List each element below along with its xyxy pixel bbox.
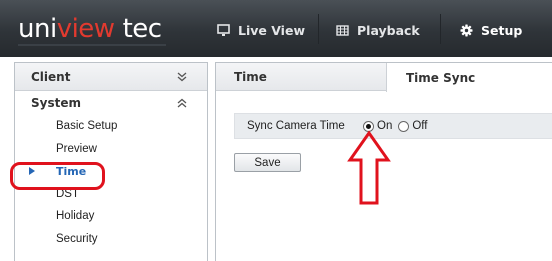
uniview-logo: uni view tec bbox=[18, 14, 162, 44]
nav-live-view-label: Live View bbox=[238, 22, 305, 38]
sync-off-label: Off bbox=[412, 120, 428, 132]
logo-text-uni: uni bbox=[18, 14, 57, 44]
tab-time-sync-label: Time Sync bbox=[406, 70, 476, 85]
logo-text-tec: tec bbox=[122, 14, 163, 44]
tab-time-sync[interactable]: Time Sync bbox=[386, 63, 552, 92]
tab-bar: Time Time Sync bbox=[216, 63, 552, 92]
tab-time[interactable]: Time bbox=[234, 63, 267, 91]
sidebar-item-holiday[interactable]: Holiday bbox=[15, 205, 207, 228]
double-chevron-up-icon bbox=[177, 97, 187, 109]
tab-time-label: Time bbox=[234, 70, 267, 84]
monitor-icon bbox=[216, 23, 230, 37]
sidebar-group-system[interactable]: System bbox=[15, 91, 207, 115]
sidebar-group-system-label: System bbox=[31, 96, 81, 110]
sidebar-group-client[interactable]: Client bbox=[15, 63, 207, 91]
logo-text-view: view bbox=[56, 14, 115, 44]
radio-unselected-icon[interactable] bbox=[398, 120, 410, 132]
sidebar-item-security[interactable]: Security bbox=[15, 228, 207, 251]
nav-playback[interactable]: Playback bbox=[335, 20, 420, 40]
sidebar-item-basic-setup[interactable]: Basic Setup bbox=[15, 115, 207, 138]
gear-icon bbox=[459, 23, 473, 37]
nav-playback-label: Playback bbox=[357, 22, 420, 38]
film-icon bbox=[335, 23, 349, 37]
double-chevron-down-icon bbox=[177, 71, 187, 83]
sync-camera-time-row: Sync Camera Time On Off bbox=[234, 113, 552, 139]
nav-separator bbox=[318, 14, 319, 44]
logo-underline bbox=[18, 44, 166, 46]
sidebar-group-client-label: Client bbox=[31, 69, 71, 84]
nav-live-view[interactable]: Live View bbox=[216, 20, 305, 40]
sync-off-radio[interactable]: Off bbox=[398, 120, 427, 132]
nav-setup-label: Setup bbox=[481, 22, 523, 38]
sidebar-item-label: Basic Setup bbox=[56, 120, 118, 133]
annotation-arrow-up-icon bbox=[347, 130, 391, 205]
sidebar-item-label: Preview bbox=[56, 142, 97, 155]
nav-setup[interactable]: Setup bbox=[459, 20, 522, 40]
sidebar-item-preview[interactable]: Preview bbox=[15, 138, 207, 161]
nav-separator bbox=[440, 14, 441, 44]
save-button[interactable]: Save bbox=[234, 153, 301, 172]
annotation-highlight-box bbox=[10, 162, 105, 190]
sync-camera-time-label: Sync Camera Time bbox=[247, 120, 345, 132]
sidebar-item-label: Holiday bbox=[56, 210, 95, 223]
sidebar-item-label: Security bbox=[56, 232, 98, 245]
top-header: uni view tec Live View Playback Setup bbox=[0, 0, 552, 57]
